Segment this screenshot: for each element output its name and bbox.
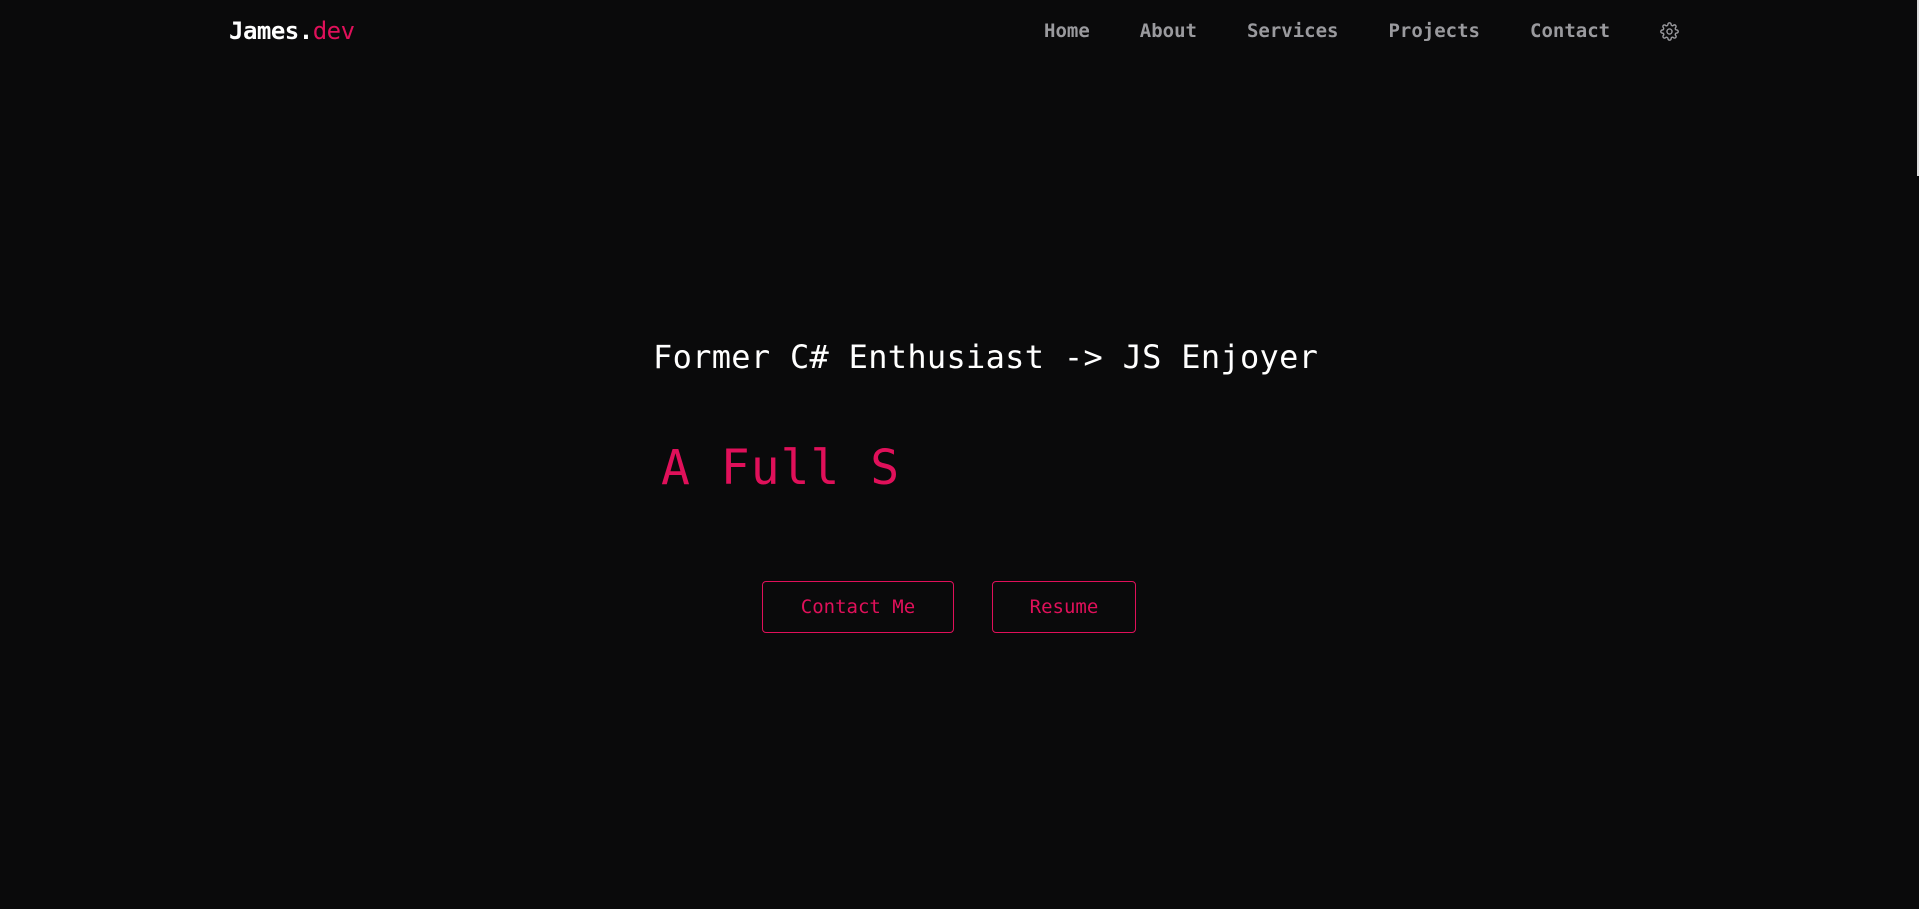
site-header: James.dev Home About Services Projects C… [0,0,1919,66]
page: James.dev Home About Services Projects C… [0,0,1919,909]
nav-item-services[interactable]: Services [1247,20,1339,42]
contact-me-button[interactable]: Contact Me [762,581,954,633]
nav-item-contact[interactable]: Contact [1530,20,1610,42]
nav-item-home[interactable]: Home [1044,20,1090,42]
site-logo[interactable]: James.dev [229,17,355,45]
nav-item-projects[interactable]: Projects [1388,20,1480,42]
main-nav: Home About Services Projects Contact [1044,20,1680,42]
theme-toggle-button[interactable] [1658,20,1680,42]
hero-typing-title: A Full S [661,440,901,496]
hero-subtitle: Former C# Enthusiast -> JS Enjoyer [653,338,1319,376]
logo-accent: dev [312,17,355,45]
logo-name: James. [229,17,313,45]
gear-icon [1659,21,1679,41]
nav-item-about[interactable]: About [1140,20,1197,42]
resume-button[interactable]: Resume [992,581,1136,633]
